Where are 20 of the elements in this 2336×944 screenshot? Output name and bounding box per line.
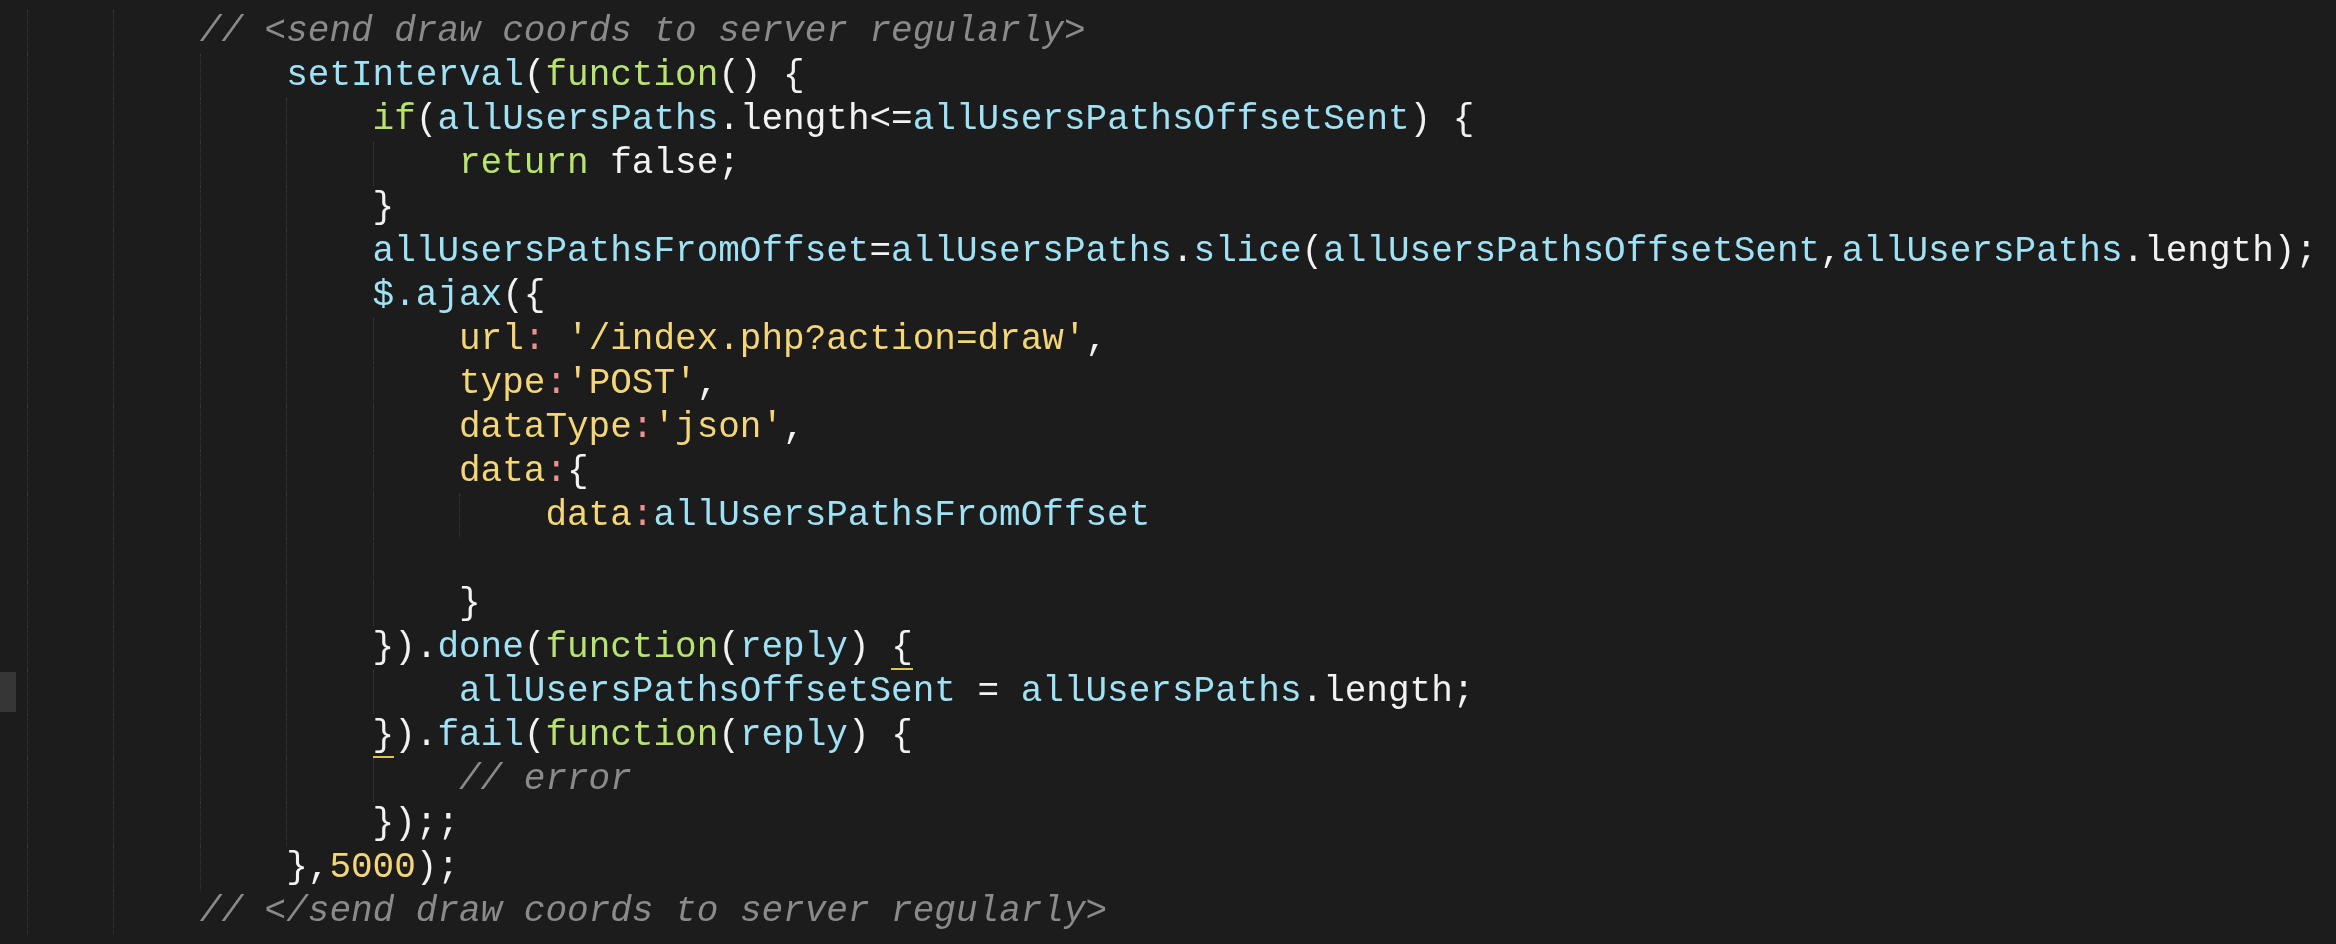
code-line: dataType:'json', [459, 406, 805, 450]
code-line: }).done(function(reply) { [372, 626, 913, 670]
code-line: } [459, 582, 481, 626]
code-line: allUsersPathsFromOffset=allUsersPaths.slice(allUsersPathsOffsetSent,allUsersPaths.length); [372, 230, 2317, 274]
code-line: },5000); [286, 846, 460, 890]
code-line: } [372, 186, 395, 230]
code-line: url: '/index.php?action=draw', [459, 318, 1108, 362]
code-line: return false; [459, 142, 740, 186]
code-line: data:allUsersPathsFromOffset [545, 494, 1151, 538]
code-line: if(allUsersPaths.length<=allUsersPathsOffsetSent) { [372, 98, 1475, 142]
code-line: allUsersPathsOffsetSent = allUsersPaths.length; [459, 670, 1475, 714]
code-line: });; [372, 802, 459, 846]
code-line: }).fail(function(reply) { [372, 714, 913, 758]
code-line: // <send draw coords to server regularly> [199, 10, 1086, 54]
code-line: type:'POST', [459, 362, 719, 406]
code-line: setInterval(function() { [286, 54, 805, 98]
code-line: // error [459, 758, 632, 802]
code-line: data:{ [459, 450, 589, 494]
code-line: $.ajax({ [372, 274, 546, 318]
code-line: // </send draw coords to server regularly> [199, 890, 1108, 934]
